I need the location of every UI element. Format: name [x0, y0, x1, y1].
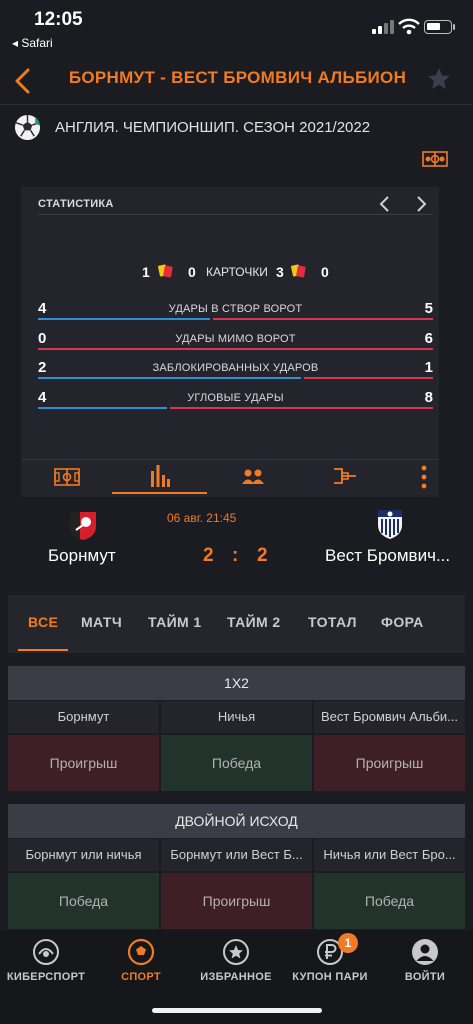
stat-home-value: 4 [38, 389, 47, 406]
market-column-away: Вест Бромвич Альби... [314, 701, 465, 733]
stat-away-value: 6 [424, 330, 433, 347]
user-icon [412, 939, 438, 965]
outcome-cell[interactable]: Проигрыш [8, 735, 159, 791]
stat-bar-home [38, 407, 167, 409]
status-time: 12:05 [34, 9, 83, 30]
west-brom-crest-icon [378, 510, 402, 539]
stat-bar-away [170, 407, 433, 409]
esports-icon [33, 939, 59, 965]
more-vertical-icon[interactable] [410, 464, 438, 490]
stat-bar-away [213, 318, 433, 320]
stat-home-value: 2 [38, 359, 47, 376]
nav-label: КИБЕРСПОРТ [6, 971, 86, 983]
chevron-right-icon[interactable] [413, 195, 429, 213]
home-yellow-cards: 1 [142, 264, 150, 280]
soccer-ball-icon [14, 114, 41, 141]
coupon-count-badge: 1 [338, 933, 358, 953]
market-header-1x2: 1X2 [8, 666, 465, 700]
yellow-red-cards-icon [158, 264, 173, 278]
bracket-icon[interactable] [331, 464, 359, 490]
stat-bar-home [38, 377, 301, 379]
statistics-active-tab-indicator [112, 492, 207, 494]
stat-away-value: 1 [424, 359, 433, 376]
bournemouth-crest-icon [70, 512, 96, 540]
battery-tip [453, 24, 455, 30]
outcome-cell[interactable]: Проигрыш [161, 873, 312, 929]
nav-esports[interactable]: КИБЕРСПОРТ [0, 938, 93, 983]
favorite-star-icon[interactable] [426, 66, 452, 92]
cards-label: КАРТОЧКИ [206, 265, 268, 279]
nav-label: ИЗБРАННОЕ [200, 971, 272, 983]
nav-label: ВОЙТИ [404, 971, 446, 983]
tournament-bracket-icon[interactable] [422, 150, 448, 168]
header-divider [0, 104, 473, 105]
home-score: 2 [203, 545, 214, 566]
league-name: АНГЛИЯ. ЧЕМПИОНШИП. СЕЗОН 2021/2022 [55, 119, 371, 136]
stat-away-value: 8 [424, 389, 433, 406]
tab-total[interactable]: ТОТАЛ [308, 614, 357, 630]
back-chevron-icon[interactable] [10, 64, 36, 98]
sport-ball-icon [127, 938, 155, 966]
page-title: БОРНМУТ - ВЕСТ БРОМВИЧ АЛЬБИОН [68, 68, 407, 87]
wifi-icon [398, 18, 420, 35]
tab-all[interactable]: ВСЕ [28, 614, 58, 630]
market-column-home-or-away: Борнмут или Вест Б... [161, 839, 312, 871]
home-team-name: Борнмут [48, 546, 116, 565]
away-red-cards: 0 [321, 264, 329, 280]
nav-favorites[interactable]: ИЗБРАННОЕ [189, 938, 283, 983]
outcome-cell[interactable]: Победа [8, 873, 159, 929]
chevron-left-icon[interactable] [377, 195, 393, 213]
market-tab-active-indicator [18, 649, 68, 651]
tab-half-1[interactable]: ТАЙМ 1 [148, 614, 202, 630]
stat-home-value: 0 [38, 330, 47, 347]
yellow-red-cards-icon [291, 264, 306, 278]
tab-half-2[interactable]: ТАЙМ 2 [227, 614, 281, 630]
statistics-divider [38, 214, 433, 215]
market-header-double-chance: ДВОЙНОЙ ИСХОД [8, 804, 465, 838]
tab-handicap[interactable]: ФОРА [381, 614, 424, 630]
away-team-name: Вест Бромвич... [325, 546, 451, 565]
stat-label: УДАРЫ МИМО ВОРОТ [175, 333, 296, 345]
players-icon[interactable] [239, 464, 267, 490]
bar-chart-icon[interactable] [146, 463, 174, 489]
market-column-home-or-draw: Борнмут или ничья [8, 839, 159, 871]
home-indicator [152, 1008, 322, 1013]
field-icon[interactable] [53, 464, 81, 490]
stat-label: ЗАБЛОКИРОВАННЫХ УДАРОВ [152, 362, 319, 374]
tab-match[interactable]: МАТЧ [81, 614, 122, 630]
score-separator: : [232, 545, 239, 566]
outcome-cell[interactable]: Победа [161, 735, 312, 791]
nav-login[interactable]: ВОЙТИ [378, 938, 472, 983]
statistics-tabs-divider [21, 459, 439, 460]
market-column-draw-or-away: Ничья или Вест Бро... [314, 839, 465, 871]
cellular-signal-icon [372, 20, 394, 34]
stat-bar-home [38, 318, 210, 320]
stat-bar-away [38, 348, 433, 350]
home-red-cards: 0 [188, 264, 196, 280]
outcome-cell[interactable]: Победа [314, 873, 465, 929]
market-column-draw: Ничья [161, 701, 312, 733]
market-column-home: Борнмут [8, 701, 159, 733]
match-date: 06 авг. 21:45 [167, 511, 237, 525]
back-to-safari[interactable]: ◂ Safari [12, 36, 53, 50]
statistics-title: СТАТИСТИКА [38, 198, 114, 210]
stat-label: УДАРЫ В СТВОР ВОРОТ [168, 303, 303, 315]
stat-away-value: 5 [424, 300, 433, 317]
nav-label: СПОРТ [121, 971, 161, 983]
stat-label: УГЛОВЫЕ УДАРЫ [187, 392, 284, 404]
nav-coupon[interactable]: КУПОН ПАРИ [283, 938, 377, 983]
away-yellow-cards: 3 [276, 264, 284, 280]
nav-sport[interactable]: СПОРТ [94, 938, 188, 983]
battery-icon [424, 20, 452, 34]
stat-bar-away [304, 377, 433, 379]
stat-home-value: 4 [38, 300, 47, 317]
nav-label: КУПОН ПАРИ [292, 971, 368, 983]
star-icon [223, 939, 249, 965]
away-score: 2 [257, 545, 268, 566]
outcome-cell[interactable]: Проигрыш [314, 735, 465, 791]
